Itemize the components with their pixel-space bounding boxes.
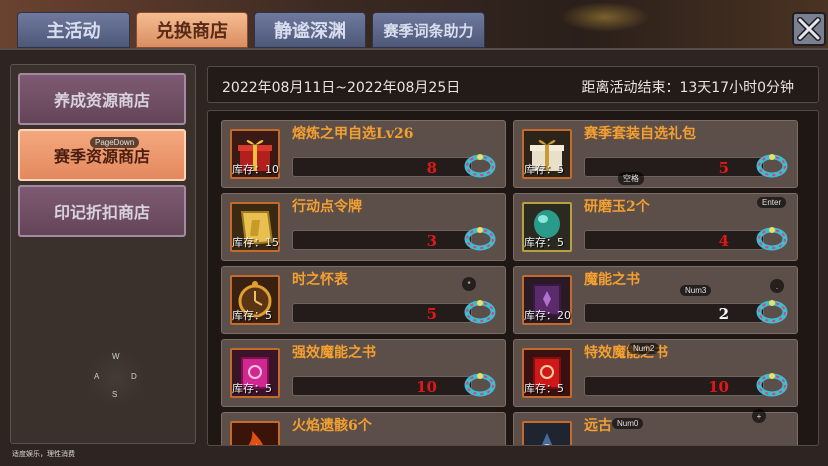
countdown: 距离活动结束：13天17小时0分钟 — [581, 80, 794, 96]
stock-label: 库存：5 — [524, 382, 564, 395]
stock-label: 库存：20 — [524, 309, 571, 322]
tab-silent-abyss[interactable]: 静谧深渊 — [254, 12, 366, 48]
price-bar: 8 — [292, 157, 472, 177]
flame-remains-icon — [230, 421, 280, 445]
price-value: 2 — [718, 305, 729, 323]
season-ring-currency-icon — [464, 300, 496, 324]
sidebar-item-cultivation-shop[interactable]: 养成资源商店 — [18, 73, 186, 125]
shop-item-flame-remains[interactable]: 火焰遗骸6个 — [221, 412, 506, 445]
info-bar: 2022年08月11日~2022年08月25日 距离活动结束：13天17小时0分… — [207, 66, 819, 103]
key-hint-pagedown: PageDown — [90, 137, 140, 148]
key-hint-num3: Num3 — [680, 285, 712, 296]
ancient-icon — [522, 421, 572, 445]
shop-item-pocket-watch[interactable]: 库存：5 时之怀表 5 — [221, 266, 506, 334]
shop-item-season-set-gift[interactable]: 库存：5 赛季套装自选礼包 5 — [513, 120, 798, 188]
price-value: 3 — [426, 232, 437, 250]
item-name: 行动点令牌 — [292, 199, 362, 215]
season-ring-currency-icon — [756, 373, 788, 397]
wasd-joystick[interactable]: W A D S — [86, 348, 146, 408]
price-value: 10 — [708, 378, 729, 396]
price-bar: 5 — [292, 303, 472, 323]
stock-label: 库存：15 — [232, 236, 279, 249]
key-a: A — [94, 372, 100, 381]
price-value: 10 — [416, 378, 437, 396]
key-w: W — [112, 352, 120, 361]
season-ring-currency-icon — [756, 300, 788, 324]
shop-item-list[interactable]: 库存：10 熔炼之甲自选Lv26 8 库存：5 赛季套装自选礼包 5 库存：15… — [207, 110, 819, 446]
key-d: D — [131, 372, 137, 381]
shop-item-action-token[interactable]: 库存：15 行动点令牌 3 — [221, 193, 506, 261]
item-name: 时之怀表 — [292, 272, 348, 288]
price-bar: 4 — [584, 230, 764, 250]
price-value: 8 — [426, 159, 437, 177]
shop-item-strong-magic-book[interactable]: 库存：5 强效魔能之书 10 — [221, 339, 506, 407]
close-icon — [797, 17, 821, 41]
price-value: 5 — [426, 305, 437, 323]
price-value: 4 — [718, 232, 729, 250]
shop-item-magic-book[interactable]: 库存：20 魔能之书 2 — [513, 266, 798, 334]
item-name: 火焰遗骸6个 — [292, 418, 372, 434]
shop-item-smelting-armor[interactable]: 库存：10 熔炼之甲自选Lv26 8 — [221, 120, 506, 188]
item-name: 熔炼之甲自选Lv26 — [292, 126, 414, 142]
stock-label: 库存：5 — [524, 236, 564, 249]
stock-label: 库存：5 — [232, 309, 272, 322]
tab-main-activity[interactable]: 主活动 — [17, 12, 130, 48]
key-s: S — [112, 390, 118, 399]
tab-bar: 主活动 兑换商店 静谧深渊 赛季词条助力 — [0, 12, 828, 48]
key-hint-plus: + — [752, 409, 766, 423]
price-bar: 10 — [584, 376, 764, 396]
item-name: 魔能之书 — [584, 272, 640, 288]
price-bar: 5 — [584, 157, 764, 177]
key-hint-dot: . — [770, 279, 784, 293]
season-ring-currency-icon — [464, 373, 496, 397]
key-hint-asterisk: * — [462, 277, 476, 291]
shop-item-grinding-jade[interactable]: 库存：5 研磨玉2个 4 — [513, 193, 798, 261]
tab-exchange-shop[interactable]: 兑换商店 — [136, 12, 248, 48]
tab-season-affix[interactable]: 赛季词条助力 — [372, 12, 485, 48]
item-name: 远古 — [584, 418, 612, 434]
close-button[interactable] — [792, 12, 826, 46]
price-bar: 3 — [292, 230, 472, 250]
season-ring-currency-icon — [756, 154, 788, 178]
stock-label: 库存：5 — [524, 163, 564, 176]
stock-label: 库存：5 — [232, 382, 272, 395]
stock-label: 库存：10 — [232, 163, 279, 176]
item-name: 强效魔能之书 — [292, 345, 376, 361]
season-ring-currency-icon — [464, 154, 496, 178]
key-hint-enter: Enter — [757, 197, 787, 208]
key-hint-num2: Num2 — [628, 343, 660, 354]
item-name: 研磨玉2个 — [584, 199, 650, 215]
footer-notice: 适度娱乐，理性消费 — [12, 450, 75, 458]
price-value: 5 — [718, 159, 729, 177]
season-ring-currency-icon — [756, 227, 788, 251]
sidebar-item-mark-discount-shop[interactable]: 印记折扣商店 — [18, 185, 186, 237]
key-hint-num0: Num0 — [612, 418, 644, 429]
date-range: 2022年08月11日~2022年08月25日 — [222, 80, 461, 96]
item-name: 赛季套装自选礼包 — [584, 126, 696, 142]
price-bar: 10 — [292, 376, 472, 396]
season-ring-currency-icon — [464, 227, 496, 251]
price-bar: 2 — [584, 303, 764, 323]
key-hint-space: 空格 — [618, 172, 644, 185]
